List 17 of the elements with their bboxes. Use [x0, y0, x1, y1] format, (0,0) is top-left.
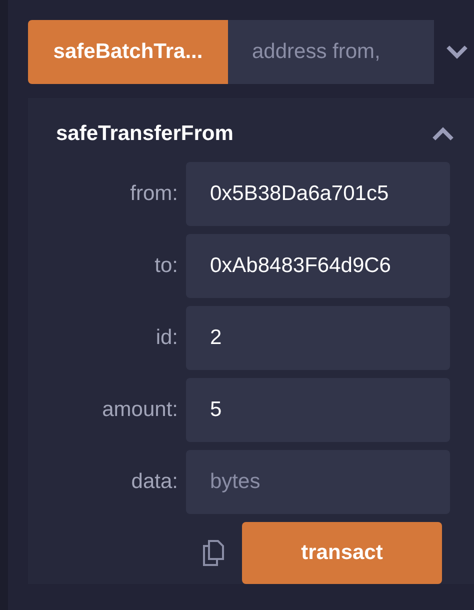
function-title: safeTransferFrom: [56, 122, 234, 146]
collapse-button[interactable]: [432, 127, 454, 141]
param-label: amount:: [101, 398, 178, 422]
param-label: to:: [154, 254, 178, 278]
param-label: data:: [130, 470, 178, 494]
input-field[interactable]: 0xAb8483F64d9C6: [186, 234, 450, 298]
caret-icon: [446, 45, 468, 59]
param-label: id:: [154, 326, 178, 350]
input-field[interactable]: 5: [186, 378, 450, 442]
input-field[interactable]: 2: [186, 306, 450, 370]
input-field[interactable]: 0x5B38Da6a701c5: [186, 162, 450, 226]
copy-icon[interactable]: [202, 540, 224, 566]
param-label: from:: [129, 182, 178, 206]
input-field[interactable]: bytes: [186, 450, 450, 514]
caret-icon: [432, 127, 454, 141]
expand-button[interactable]: [446, 45, 468, 59]
input-field[interactable]: address from,: [228, 20, 434, 84]
